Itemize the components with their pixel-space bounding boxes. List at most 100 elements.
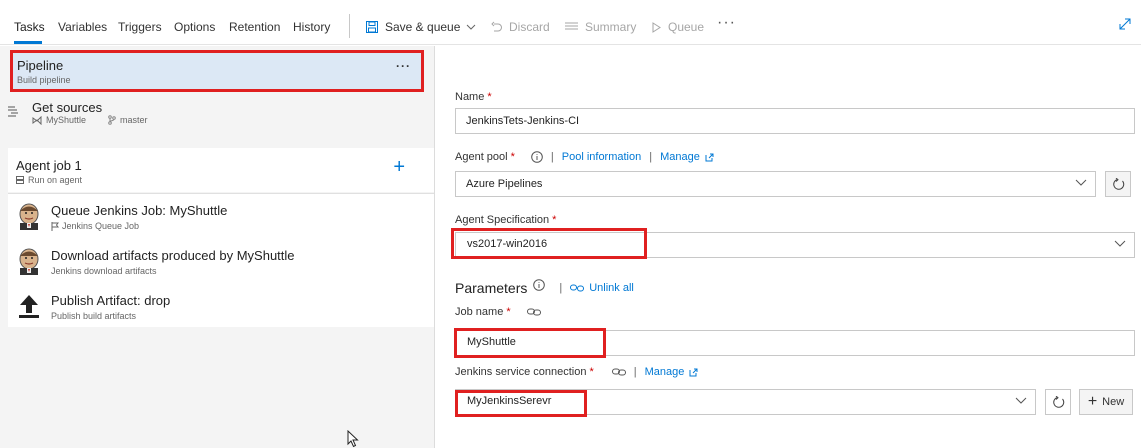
required-marker: * [589, 366, 594, 378]
queue-label: Queue [668, 20, 705, 34]
task-subtitle: Jenkins download artifacts [51, 266, 157, 276]
link-icon[interactable] [526, 307, 541, 317]
task-queue-jenkins[interactable]: Queue Jenkins Job: MyShuttle Jenkins Que… [8, 194, 434, 238]
refresh-connections-button[interactable] [1045, 389, 1071, 415]
get-sources-icon [8, 106, 18, 117]
agent-job-subtitle-row: Run on agent [16, 175, 82, 185]
flag-icon [51, 221, 59, 231]
branch-name: master [120, 115, 148, 125]
required-marker: * [552, 214, 557, 226]
name-label-row: Name * [455, 91, 492, 103]
agent-pool-manage-link[interactable]: Manage [660, 151, 700, 163]
chevron-down-icon [467, 24, 476, 30]
jenkins-conn-label: Jenkins service connection [455, 366, 587, 378]
play-icon [652, 21, 661, 33]
visual-studio-icon [32, 115, 42, 125]
save-queue-label: Save & queue [385, 20, 461, 34]
required-marker: * [487, 91, 492, 103]
get-sources-meta: MyShuttle master [32, 115, 148, 125]
tab-retention[interactable]: Retention [229, 20, 280, 34]
external-link-icon [705, 153, 714, 161]
pipeline-title: Pipeline [17, 58, 64, 73]
tab-tasks[interactable]: Tasks [14, 20, 45, 34]
agent-pool-value: Azure Pipelines [466, 178, 543, 190]
external-link-icon [689, 368, 698, 376]
task-download-artifacts[interactable]: Download artifacts produced by MyShuttle… [8, 239, 434, 283]
save-queue-button[interactable]: Save & queue [366, 20, 476, 34]
jenkins-conn-label-row: Jenkins service connection * | Manage [455, 366, 698, 378]
pool-information-link[interactable]: Pool information [562, 151, 642, 163]
task-subtitle: Publish build artifacts [51, 311, 137, 321]
task-subtitle-row: Publish build artifacts [51, 311, 136, 321]
tab-history[interactable]: History [293, 20, 330, 34]
agent-pool-select[interactable]: Azure Pipelines [455, 171, 1096, 197]
jenkins-icon [19, 203, 39, 230]
get-sources-title: Get sources [32, 100, 103, 115]
refresh-pool-button[interactable] [1105, 171, 1131, 197]
repo-name: MyShuttle [46, 115, 87, 125]
jenkins-icon [19, 248, 39, 275]
plus-icon: + [1087, 393, 1098, 410]
jenkins-manage-link[interactable]: Manage [645, 366, 685, 378]
agent-pool-label: Agent pool [455, 151, 508, 163]
pipeline-subtitle: Build pipeline [17, 75, 71, 85]
agent-job-subtitle: Run on agent [28, 175, 83, 185]
toolbar-divider [349, 14, 350, 38]
pipeline-menu-button[interactable]: ··· [396, 59, 411, 73]
discard-button[interactable]: Discard [491, 20, 550, 34]
add-task-button[interactable]: + [393, 156, 405, 179]
parameters-header: Parameters | Unlink all [455, 279, 634, 296]
agent-job-title: Agent job 1 [16, 158, 82, 173]
chevron-down-icon [1015, 397, 1027, 404]
more-actions-button[interactable]: ··· [717, 14, 736, 32]
separator: | [559, 282, 563, 294]
queue-button[interactable]: Queue [652, 20, 704, 34]
task-list: Queue Jenkins Job: MyShuttle Jenkins Que… [8, 193, 434, 327]
refresh-icon [1112, 177, 1124, 190]
task-subtitle-row: Jenkins Queue Job [51, 221, 139, 231]
job-name-label-row: Job name * [455, 306, 541, 318]
summary-label: Summary [585, 20, 637, 34]
list-icon [565, 22, 578, 30]
highlight-jenkins-conn [455, 390, 587, 417]
task-publish-artifact[interactable]: Publish Artifact: drop Publish build art… [8, 284, 434, 328]
separator: | [633, 366, 637, 378]
separator: | [649, 151, 653, 163]
undo-icon [491, 21, 502, 32]
summary-button[interactable]: Summary [565, 20, 636, 34]
agent-spec-label: Agent Specification [455, 214, 550, 226]
new-label: New [1102, 396, 1125, 408]
unlink-all-link[interactable]: Unlink all [589, 282, 634, 294]
parameters-title: Parameters [455, 280, 528, 296]
discard-label: Discard [509, 20, 550, 34]
branch-icon [108, 115, 116, 125]
chevron-down-icon [1114, 240, 1126, 247]
server-icon [16, 176, 24, 184]
highlight-agent-spec [451, 228, 647, 259]
task-title: Queue Jenkins Job: MyShuttle [51, 203, 228, 218]
tab-options[interactable]: Options [174, 20, 215, 34]
link-icon[interactable] [611, 367, 626, 377]
info-icon[interactable] [531, 151, 543, 163]
tab-variables[interactable]: Variables [58, 20, 107, 34]
active-tab-indicator [14, 41, 42, 44]
save-icon [366, 21, 378, 33]
agent-spec-label-row: Agent Specification * [455, 214, 556, 226]
name-input[interactable]: JenkinsTets-Jenkins-CI [455, 108, 1135, 134]
mouse-cursor-icon [347, 430, 359, 448]
left-panel: Pipeline Build pipeline ··· Get sources … [0, 46, 435, 448]
new-connection-button[interactable]: + New [1079, 389, 1133, 415]
pipeline-card[interactable]: Pipeline Build pipeline ··· [10, 50, 424, 92]
agent-job-card[interactable]: Agent job 1 Run on agent + [8, 148, 434, 192]
info-icon[interactable] [533, 279, 546, 291]
unlink-icon [570, 284, 585, 292]
task-subtitle: Jenkins Queue Job [62, 221, 140, 231]
chevron-down-icon [1075, 179, 1087, 186]
upload-arrow-icon [19, 295, 39, 318]
task-subtitle-row: Jenkins download artifacts [51, 266, 157, 276]
tab-triggers[interactable]: Triggers [118, 20, 162, 34]
task-title: Download artifacts produced by MyShuttle [51, 248, 295, 263]
highlight-job-name [454, 328, 606, 358]
separator: | [550, 151, 554, 163]
expand-icon[interactable] [1119, 18, 1131, 30]
